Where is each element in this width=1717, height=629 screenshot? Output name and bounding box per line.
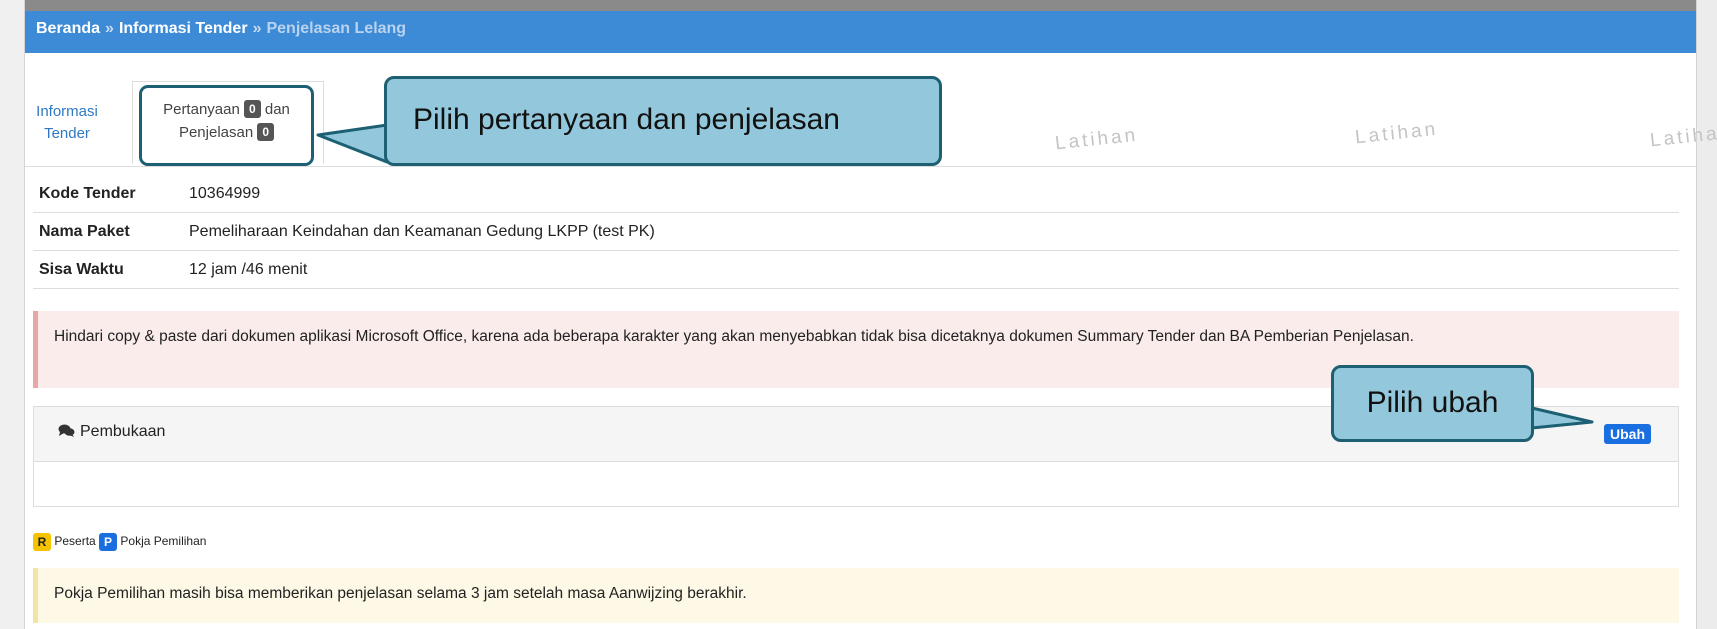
info-value: 10364999 xyxy=(183,175,1679,213)
info-label: Nama Paket xyxy=(33,212,183,251)
tab-penjelasan-label: Penjelasan xyxy=(178,124,254,141)
breadcrumb-current: Penjelasan Lelang xyxy=(266,20,407,37)
panel-title: Pembukaan xyxy=(80,423,166,440)
role-legend: R Peserta P Pokja Pemilihan xyxy=(33,532,206,551)
pokja-badge: P xyxy=(99,532,118,551)
watermark-text: Latihan xyxy=(1354,118,1440,149)
info-label: Sisa Waktu xyxy=(33,250,183,289)
tab-callout: Pilih pertanyaan dan penjelasan xyxy=(384,76,942,166)
peserta-label: Peserta xyxy=(54,534,96,548)
right-gutter xyxy=(1696,0,1717,629)
pertanyaan-count-badge: 0 xyxy=(244,100,261,118)
tab-informasi-line2: Tender xyxy=(44,125,90,142)
table-row: Kode Tender 10364999 xyxy=(33,175,1679,213)
breadcrumb-home[interactable]: Beranda xyxy=(36,20,100,37)
info-value: 12 jam /46 menit xyxy=(183,250,1679,289)
ubah-callout: Pilih ubah xyxy=(1331,365,1534,442)
info-note: Pokja Pemilihan masih bisa memberikan pe… xyxy=(33,568,1679,623)
penjelasan-count-badge: 0 xyxy=(257,123,275,141)
peserta-badge: R xyxy=(33,532,51,551)
table-row: Sisa Waktu 12 jam /46 menit xyxy=(33,250,1679,289)
ubah-button[interactable]: Ubah xyxy=(1604,424,1651,444)
breadcrumb: Beranda» Informasi Tender» Penjelasan Lela… xyxy=(25,11,1696,53)
tender-info-table: Kode Tender 10364999 Nama Paket Pemeliha… xyxy=(33,175,1679,289)
tab-informasi-tender[interactable]: Informasi Tender xyxy=(33,101,101,145)
breadcrumb-informasi-tender[interactable]: Informasi Tender xyxy=(119,20,248,37)
info-label: Kode Tender xyxy=(33,175,183,213)
tab-informasi-line1: Informasi xyxy=(36,103,98,120)
watermark-text: Latihan xyxy=(1054,124,1140,155)
window-top-border xyxy=(0,0,1717,11)
breadcrumb-separator: » xyxy=(105,20,114,37)
comments-icon xyxy=(58,409,75,459)
pokja-label: Pokja Pemilihan xyxy=(120,534,207,548)
tab-pertanyaan-label: Pertanyaan xyxy=(163,101,240,118)
tab-pertanyaan-penjelasan[interactable]: Pertanyaan 0 dan Penjelasan 0 xyxy=(139,85,314,166)
tab-dan-label: dan xyxy=(264,101,290,118)
table-row: Nama Paket Pemeliharaan Keindahan dan Ke… xyxy=(33,212,1679,251)
breadcrumb-separator: » xyxy=(252,20,262,37)
left-gutter xyxy=(0,0,25,629)
info-value: Pemeliharaan Keindahan dan Keamanan Gedu… xyxy=(183,212,1679,251)
